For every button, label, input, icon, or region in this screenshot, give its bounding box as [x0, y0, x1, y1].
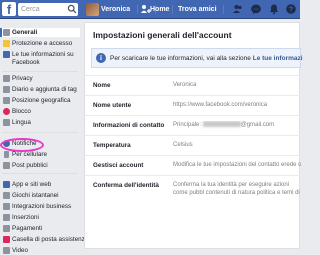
row-label: Informazioni di contatto	[93, 122, 165, 129]
sidebar-item-label: Protezione e accesso	[12, 40, 73, 47]
settings-row-gestisci[interactable]: Gestisci account Modifica le tue imposta…	[85, 155, 301, 175]
sidebar-item-posizione[interactable]: Posizione geografica	[0, 96, 80, 105]
row-value: https://www.facebook.com/veronica	[173, 102, 268, 108]
sidebar-item-assistenza[interactable]: Casella di posta assistenza	[0, 235, 88, 244]
divider	[2, 71, 78, 72]
redacted-email	[202, 121, 241, 127]
contact-suffix: @gmail.com	[240, 122, 275, 128]
page-title: Impostazioni generali dell'account	[93, 30, 232, 40]
info-text: Per scaricare le tue informazioni, vai a…	[110, 54, 303, 63]
sidebar-item-label: Integrazioni business	[12, 203, 72, 210]
sidebar-item-lingua[interactable]: Lingua	[0, 118, 80, 127]
sidebar-item-label: Posizione geografica	[12, 97, 71, 104]
sidebar-item-privacy[interactable]: Privacy	[0, 74, 80, 83]
sidebar-item-label: Facebook	[12, 59, 40, 66]
find-friends-link[interactable]: Trova amici	[178, 4, 217, 15]
row-label: Temperatura	[93, 142, 131, 149]
sidebar-item-label: Diario e aggiunta di tag	[12, 86, 77, 93]
sidebar-item-protezione[interactable]: Protezione e accesso	[0, 39, 80, 48]
row-value: Veronica	[173, 82, 197, 88]
location-icon	[3, 97, 10, 104]
divider	[2, 132, 78, 133]
sidebar-item-label: Giochi istantanei	[12, 192, 59, 199]
inbox-icon	[3, 236, 10, 243]
contact-prefix: Principale:	[173, 122, 202, 128]
sidebar-item-video[interactable]: Video	[0, 246, 80, 255]
sidebar-item-informazioni-cont[interactable]: Facebook	[0, 58, 80, 67]
business-icon	[3, 203, 10, 210]
settings-row-nome[interactable]: Nome Veronica	[85, 75, 301, 95]
settings-panel: Impostazioni generali dell'account i Per…	[84, 22, 303, 249]
sidebar-item-integrazioni[interactable]: Integrazioni business	[0, 202, 80, 211]
sidebar-item-blocco[interactable]: Blocco	[0, 107, 80, 116]
download-info-banner: i Per scaricare le tue informazioni, vai…	[91, 48, 303, 68]
sidebar-item-label: Inserzioni	[12, 214, 39, 221]
lock-icon	[3, 75, 10, 82]
row-value: Modifica le tue impostazioni del contatt…	[173, 162, 301, 168]
rss-icon	[3, 162, 10, 169]
friend-requests-icon[interactable]	[232, 3, 244, 15]
sidebar-item-generali[interactable]: Generali	[0, 28, 80, 37]
card-icon	[3, 225, 10, 232]
messenger-icon[interactable]	[250, 3, 262, 15]
separator	[223, 5, 224, 14]
search-icon[interactable]	[67, 4, 77, 14]
facebook-logo[interactable]: f	[2, 2, 16, 16]
row-label: Gestisci account	[93, 162, 144, 169]
separator	[172, 5, 173, 14]
notifications-icon[interactable]	[268, 3, 280, 15]
games-icon	[3, 192, 10, 199]
gear-icon	[3, 29, 10, 36]
facebook-icon	[3, 51, 10, 58]
sidebar-item-label: Video	[12, 247, 28, 254]
profile-link[interactable]: Veronica	[101, 4, 130, 15]
video-icon	[3, 247, 10, 254]
help-icon[interactable]: ?	[285, 3, 297, 15]
settings-sidebar: Generali Protezione e accesso Le tue inf…	[0, 20, 88, 254]
sidebar-item-diario[interactable]: Diario e aggiunta di tag	[0, 85, 80, 94]
sidebar-item-label: Pagamenti	[12, 225, 43, 232]
sidebar-item-giochi[interactable]: Giochi istantanei	[0, 191, 80, 200]
info-message: Per scaricare le tue informazioni, vai a…	[110, 55, 251, 62]
your-information-link[interactable]: Le tue informazi	[253, 55, 303, 62]
timeline-icon	[3, 86, 10, 93]
divider	[2, 173, 78, 174]
sidebar-item-label: Lingua	[12, 119, 31, 126]
block-icon	[3, 108, 10, 115]
sidebar-item-pagamenti[interactable]: Pagamenti	[0, 224, 80, 233]
sidebar-item-app[interactable]: App e siti web	[0, 180, 80, 189]
separator	[137, 5, 138, 14]
highlight-circle	[0, 138, 44, 152]
sidebar-item-inserzioni[interactable]: Inserzioni	[0, 213, 80, 222]
sidebar-item-label: Blocco	[12, 108, 31, 115]
shield-icon	[3, 40, 10, 47]
row-label: Nome	[93, 82, 111, 89]
sidebar-item-label: Privacy	[12, 75, 33, 82]
settings-row-identita[interactable]: Conferma dell'identità Conferma la tua i…	[85, 175, 301, 205]
svg-text:?: ?	[289, 6, 293, 13]
home-link[interactable]: Home	[150, 4, 169, 15]
row-value: Celsius	[173, 142, 193, 148]
settings-row-contatto[interactable]: Informazioni di contatto Principale: @gm…	[85, 115, 301, 135]
sidebar-item-label: Post pubblici	[12, 162, 48, 169]
mobile-icon	[4, 151, 9, 158]
sidebar-item-label: Generali	[12, 29, 38, 36]
row-value: Principale: @gmail.com	[173, 121, 301, 129]
sidebar-item-label: Casella di posta assistenza	[12, 236, 89, 243]
sidebar-item-label: App e siti web	[12, 181, 52, 188]
sidebar-item-post-pubblici[interactable]: Post pubblici	[0, 161, 80, 170]
settings-row-temperatura[interactable]: Temperatura Celsius	[85, 135, 301, 155]
avatar[interactable]	[86, 3, 99, 16]
settings-row-nome-utente[interactable]: Nome utente https://www.facebook.com/ver…	[85, 95, 301, 115]
info-icon: i	[96, 53, 106, 63]
row-label: Conferma dell'identità	[93, 182, 159, 189]
apps-icon	[3, 181, 10, 188]
language-icon	[3, 119, 10, 126]
top-bar: f Veronica Home Trova amici ?	[0, 0, 300, 19]
row-label: Nome utente	[93, 102, 132, 109]
ads-icon	[3, 214, 10, 221]
row-value: Conferma la tua identità per eseguire az…	[173, 182, 300, 196]
